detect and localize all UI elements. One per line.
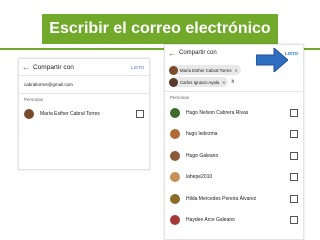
chip-label: Carlos Ignacio Ayala	[180, 79, 220, 85]
list-item[interactable]: María Esther Cabral Torres	[19, 104, 149, 124]
chip-label: María Esther Cabral Torres	[180, 67, 232, 73]
avatar	[170, 129, 180, 140]
recipient-input[interactable]: h	[231, 79, 234, 85]
remove-chip-icon[interactable]: ✕	[222, 80, 225, 85]
recipient-chip[interactable]: María Esther Cabral Torres ✕	[169, 65, 241, 75]
right-people-label: Personas	[170, 95, 190, 100]
avatar	[24, 109, 34, 119]
person-name: Hilda Mercedes Pereira Álvarez	[186, 195, 257, 202]
person-checkbox[interactable]	[136, 110, 144, 118]
avatar	[170, 150, 180, 161]
left-done-button[interactable]: LISTO	[131, 65, 149, 70]
person-checkbox[interactable]	[290, 108, 298, 117]
list-item[interactable]: Hugo Galeano	[165, 145, 303, 167]
right-share-screen: ← Compartir con LISTO María Esther Cabra…	[164, 44, 304, 240]
remove-chip-icon[interactable]: ✕	[235, 68, 238, 73]
list-item[interactable]: Hugo Nelson Cabrera Rivas	[165, 102, 303, 124]
recipient-chip[interactable]: Carlos Ignacio Ayala ✕	[169, 77, 229, 87]
left-header: ← Compartir con LISTO	[19, 59, 149, 75]
person-checkbox[interactable]	[290, 216, 298, 225]
left-share-screen: ← Compartir con LISTO cabraltorres@gmail…	[18, 58, 150, 170]
avatar	[170, 172, 180, 183]
person-name: hugo ledezma	[186, 131, 218, 138]
avatar	[169, 65, 178, 75]
blue-arrow-icon	[256, 48, 288, 72]
avatar	[170, 215, 180, 226]
avatar	[170, 107, 180, 118]
avatar	[169, 77, 178, 87]
back-arrow-icon[interactable]: ←	[19, 62, 33, 72]
person-name: María Esther Cabral Torres	[40, 111, 100, 117]
left-header-title: Compartir con	[33, 63, 74, 71]
person-checkbox[interactable]	[290, 151, 298, 160]
person-checkbox[interactable]	[290, 130, 298, 139]
left-people-label: Personas	[24, 97, 44, 102]
avatar	[170, 193, 180, 204]
list-item[interactable]: hugo ledezma	[165, 124, 303, 146]
title-banner: Escribir el correo electrónico	[0, 0, 320, 50]
person-checkbox[interactable]	[290, 194, 298, 203]
list-item[interactable]: Hilda Mercedes Pereira Álvarez	[165, 188, 303, 210]
chip-line: Carlos Ignacio Ayala ✕ h	[169, 76, 299, 88]
back-arrow-icon[interactable]: ←	[165, 48, 179, 58]
person-checkbox[interactable]	[290, 173, 298, 182]
list-item[interactable]: lahepe2010	[165, 167, 303, 189]
left-email-input[interactable]: cabraltorres@gmail.com	[19, 76, 149, 93]
person-name: Haydee Arce Galeano	[186, 217, 235, 224]
person-name: Hugo Nelson Cabrera Rivas	[186, 109, 249, 116]
person-name: lahepe2010	[186, 174, 213, 181]
list-item[interactable]: Haydee Arce Galeano	[165, 210, 303, 232]
slide-title: Escribir el correo electrónico	[49, 20, 271, 37]
title-box: Escribir el correo electrónico	[42, 14, 278, 44]
person-name: Hugo Galeano	[186, 152, 219, 159]
